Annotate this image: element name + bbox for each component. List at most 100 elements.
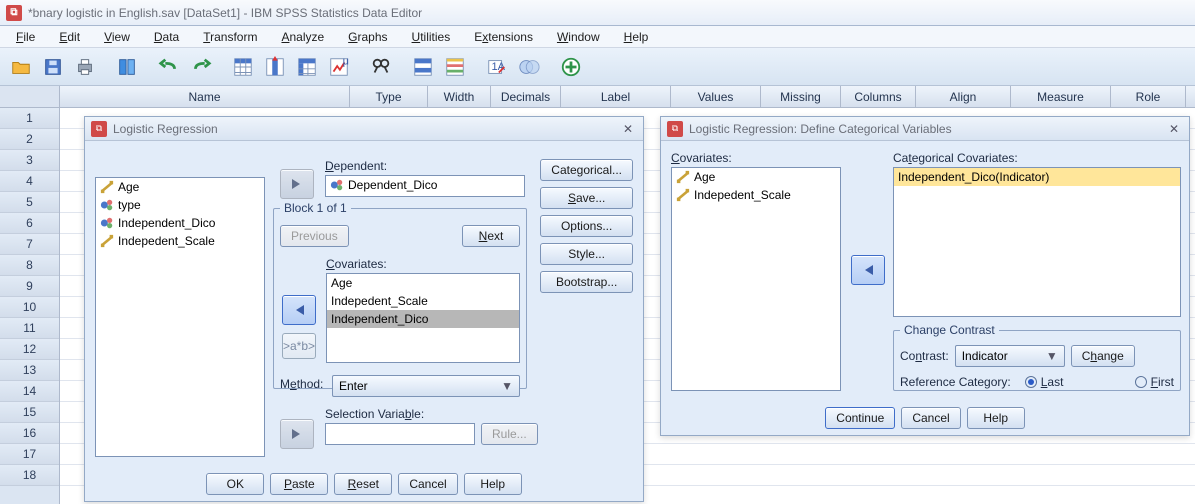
menu-utilities[interactable]: Utilities	[402, 28, 461, 46]
menu-window[interactable]: Window	[547, 28, 610, 46]
previous-button[interactable]: Previous	[280, 225, 349, 247]
variable-item[interactable]: Age	[96, 178, 264, 196]
recall-dialog-icon[interactable]	[112, 52, 142, 82]
save-button[interactable]: Save...	[540, 187, 633, 209]
row-number[interactable]: 8	[0, 255, 59, 276]
variables-icon[interactable]	[292, 52, 322, 82]
covariate-item[interactable]: Indepedent_Scale	[672, 186, 840, 204]
menu-view[interactable]: View	[94, 28, 140, 46]
move-to-dependent-button[interactable]	[280, 169, 314, 199]
redo-icon[interactable]	[186, 52, 216, 82]
ref-first-radio[interactable]: First	[1135, 375, 1174, 389]
covariates-left-list[interactable]: AgeIndepedent_Scale	[671, 167, 841, 391]
categorical-covariate-item[interactable]: Independent_Dico(Indicator)	[894, 168, 1180, 186]
covariate-item[interactable]: Age	[327, 274, 519, 292]
row-number[interactable]: 3	[0, 150, 59, 171]
next-button[interactable]: Next	[462, 225, 520, 247]
row-number[interactable]: 9	[0, 276, 59, 297]
open-file-icon[interactable]	[6, 52, 36, 82]
categorical-button[interactable]: Categorical...	[540, 159, 633, 181]
covariate-item[interactable]: Age	[672, 168, 840, 186]
row-number[interactable]: 17	[0, 444, 59, 465]
selection-variable-input[interactable]	[325, 423, 475, 445]
column-header[interactable]: Values	[671, 86, 761, 107]
continue-button[interactable]: Continue	[825, 407, 895, 429]
ref-last-radio[interactable]: Last	[1025, 375, 1064, 389]
row-number[interactable]: 2	[0, 129, 59, 150]
paste-button[interactable]: Paste	[270, 473, 328, 495]
dependent-field[interactable]: Dependent_Dico	[325, 175, 525, 197]
contrast-select[interactable]: Indicator▼	[955, 345, 1065, 367]
row-number[interactable]: 10	[0, 297, 59, 318]
menu-extensions[interactable]: Extensions	[464, 28, 543, 46]
row-number[interactable]: 18	[0, 465, 59, 486]
source-variable-list[interactable]: AgetypeIndependent_DicoIndepedent_Scale	[95, 177, 265, 457]
ok-button[interactable]: OK	[206, 473, 264, 495]
row-number[interactable]: 11	[0, 318, 59, 339]
run-descriptives-icon[interactable]: μ	[324, 52, 354, 82]
goto-case-icon[interactable]	[228, 52, 258, 82]
variable-item[interactable]: type	[96, 196, 264, 214]
options-button[interactable]: Options...	[540, 215, 633, 237]
goto-variable-icon[interactable]	[260, 52, 290, 82]
row-number[interactable]: 4	[0, 171, 59, 192]
find-icon[interactable]	[366, 52, 396, 82]
move-to-covariates-button[interactable]	[282, 295, 316, 325]
help-button[interactable]: Help	[967, 407, 1025, 429]
menu-data[interactable]: Data	[144, 28, 189, 46]
close-icon[interactable]: ✕	[1165, 122, 1183, 136]
column-header[interactable]: Type	[350, 86, 428, 107]
change-button[interactable]: Change	[1071, 345, 1135, 367]
column-header[interactable]: Name	[60, 86, 350, 107]
undo-icon[interactable]	[154, 52, 184, 82]
column-header[interactable]: Columns	[841, 86, 916, 107]
menu-analyze[interactable]: Analyze	[271, 28, 334, 46]
reset-button[interactable]: Reset	[334, 473, 392, 495]
row-number[interactable]: 5	[0, 192, 59, 213]
dialog-titlebar[interactable]: ⧉ Logistic Regression ✕	[85, 117, 643, 141]
value-labels-icon[interactable]	[514, 52, 544, 82]
split-file-icon[interactable]	[408, 52, 438, 82]
variable-item[interactable]: Independent_Dico	[96, 214, 264, 232]
interaction-button[interactable]: >a*b>	[282, 333, 316, 359]
weight-cases-icon[interactable]	[440, 52, 470, 82]
move-to-selection-button[interactable]	[280, 419, 314, 449]
close-icon[interactable]: ✕	[619, 122, 637, 136]
row-number[interactable]: 12	[0, 339, 59, 360]
categorical-covariates-list[interactable]: Independent_Dico(Indicator)	[893, 167, 1181, 317]
variable-item[interactable]: Indepedent_Scale	[96, 232, 264, 250]
rule-button[interactable]: Rule...	[481, 423, 538, 445]
row-number[interactable]: 1	[0, 108, 59, 129]
column-header[interactable]: Width	[428, 86, 491, 107]
column-header[interactable]: Label	[561, 86, 671, 107]
save-icon[interactable]	[38, 52, 68, 82]
menu-edit[interactable]: Edit	[49, 28, 90, 46]
covariate-item[interactable]: Indepedent_Scale	[327, 292, 519, 310]
row-number[interactable]: 6	[0, 213, 59, 234]
row-number[interactable]: 15	[0, 402, 59, 423]
menu-file[interactable]: File	[6, 28, 45, 46]
row-number[interactable]: 14	[0, 381, 59, 402]
help-button[interactable]: Help	[464, 473, 522, 495]
move-to-categorical-button[interactable]	[851, 255, 885, 285]
menu-transform[interactable]: Transform	[193, 28, 267, 46]
column-header[interactable]: Measure	[1011, 86, 1111, 107]
column-header[interactable]: Decimals	[491, 86, 561, 107]
column-header[interactable]: Align	[916, 86, 1011, 107]
row-number[interactable]: 13	[0, 360, 59, 381]
menu-help[interactable]: Help	[614, 28, 659, 46]
column-header[interactable]: Missing	[761, 86, 841, 107]
cancel-button[interactable]: Cancel	[398, 473, 457, 495]
method-select[interactable]: Enter▼	[332, 375, 520, 397]
style-button[interactable]: Style...	[540, 243, 633, 265]
covariate-item[interactable]: Independent_Dico	[327, 310, 519, 328]
row-number[interactable]: 16	[0, 423, 59, 444]
customize-toolbar-icon[interactable]	[556, 52, 586, 82]
menu-graphs[interactable]: Graphs	[338, 28, 397, 46]
column-header[interactable]: Role	[1111, 86, 1186, 107]
cancel-button[interactable]: Cancel	[901, 407, 960, 429]
row-number[interactable]: 7	[0, 234, 59, 255]
dialog-titlebar[interactable]: ⧉ Logistic Regression: Define Categorica…	[661, 117, 1189, 141]
select-cases-icon[interactable]: 1A	[482, 52, 512, 82]
bootstrap-button[interactable]: Bootstrap...	[540, 271, 633, 293]
